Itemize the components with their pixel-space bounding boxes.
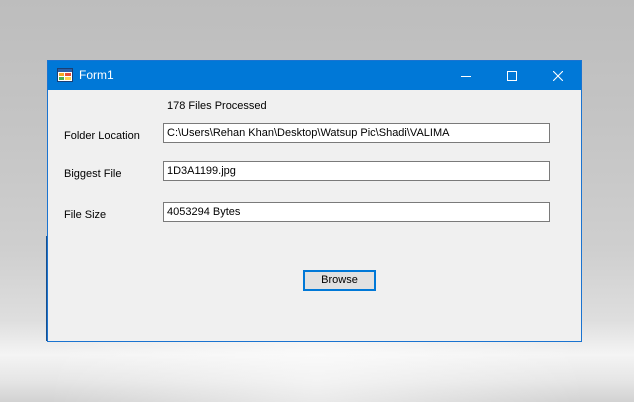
biggest-file-label: Biggest File [64, 168, 122, 180]
folder-location-label: Folder Location [64, 130, 140, 142]
title-bar[interactable]: Form1 [48, 61, 581, 90]
maximize-icon [507, 70, 517, 81]
close-icon [553, 70, 563, 81]
folder-location-field[interactable]: C:\Users\Rehan Khan\Desktop\Watsup Pic\S… [163, 123, 550, 143]
winforms-app-icon[interactable] [57, 68, 73, 82]
biggest-file-field[interactable]: 1D3A1199.jpg [163, 161, 550, 181]
file-size-label: File Size [64, 209, 107, 221]
file-size-field[interactable]: 4053294 Bytes [163, 202, 550, 222]
minimize-button[interactable] [443, 61, 489, 90]
maximize-button[interactable] [489, 61, 535, 90]
browse-button[interactable]: Browse [303, 270, 376, 291]
window-title: Form1 [79, 68, 114, 82]
close-button[interactable] [535, 61, 581, 90]
form-window: Form1 178 Files Processed Folder Locatio… [47, 60, 582, 342]
minimize-icon [461, 75, 471, 77]
files-processed-label: 178 Files Processed [167, 100, 267, 112]
